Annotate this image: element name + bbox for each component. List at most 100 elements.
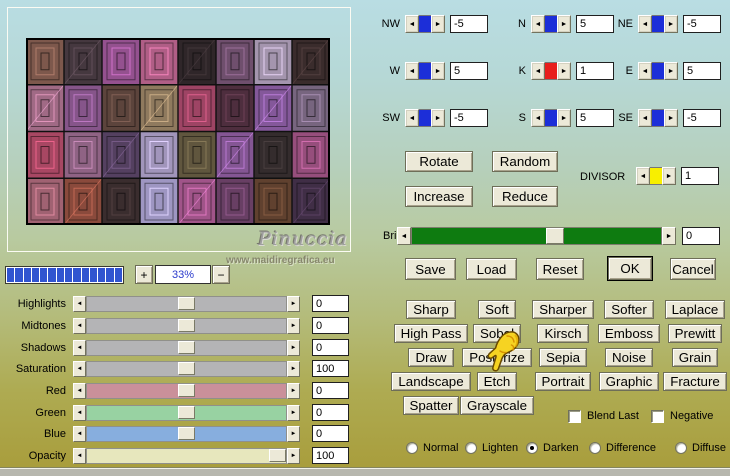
- filter-button-grayscale[interactable]: Grayscale: [460, 396, 534, 415]
- filter-button-noise[interactable]: Noise: [605, 348, 653, 367]
- spinner-indicator[interactable]: [652, 62, 664, 80]
- spinner-indicator[interactable]: [545, 62, 557, 80]
- filter-button-softer[interactable]: Softer: [604, 300, 654, 319]
- spinner-left-arrow[interactable]: ◄: [531, 15, 545, 33]
- zoom-in-button[interactable]: +: [135, 265, 153, 284]
- radio-button[interactable]: [406, 442, 418, 454]
- slider-left-arrow[interactable]: ◄: [73, 318, 86, 334]
- random-button[interactable]: Random: [492, 151, 558, 172]
- reduce-button[interactable]: Reduce: [492, 186, 558, 207]
- brightness-left-arrow[interactable]: ◄: [397, 227, 411, 245]
- adjustment-value-input[interactable]: 100: [312, 360, 349, 377]
- spinner-left-arrow[interactable]: ◄: [531, 62, 545, 80]
- reset-button[interactable]: Reset: [536, 258, 584, 280]
- spinner-left-arrow[interactable]: ◄: [405, 62, 419, 80]
- blend-mode-darken[interactable]: Darken: [526, 441, 578, 454]
- spinner-left-arrow[interactable]: ◄: [636, 167, 650, 185]
- spinner-indicator[interactable]: [419, 15, 431, 33]
- spinner-right-arrow[interactable]: ►: [557, 62, 571, 80]
- adjustment-value-input[interactable]: 0: [312, 295, 349, 312]
- increase-button[interactable]: Increase: [405, 186, 473, 207]
- spinner-right-arrow[interactable]: ►: [664, 15, 678, 33]
- adjustment-track[interactable]: [86, 383, 287, 399]
- filter-button-sharper[interactable]: Sharper: [532, 300, 593, 319]
- filter-button-portrait[interactable]: Portrait: [535, 372, 592, 391]
- spinner-right-arrow[interactable]: ►: [662, 167, 676, 185]
- filter-button-high-pass[interactable]: High Pass: [394, 324, 469, 343]
- radio-button[interactable]: [465, 442, 477, 454]
- rotate-button[interactable]: Rotate: [405, 151, 473, 172]
- spinner-right-arrow[interactable]: ►: [431, 62, 445, 80]
- checkbox-negative[interactable]: Negative: [651, 409, 713, 423]
- radio-button[interactable]: [675, 442, 687, 454]
- adjustment-thumb[interactable]: [178, 406, 195, 419]
- adjustment-thumb[interactable]: [178, 384, 195, 397]
- slider-left-arrow[interactable]: ◄: [73, 340, 86, 356]
- adjustment-value-input[interactable]: 0: [312, 404, 349, 421]
- spinner-indicator[interactable]: [545, 109, 557, 127]
- adjustment-track[interactable]: [86, 426, 287, 442]
- kernel-value-input[interactable]: 5: [683, 62, 721, 80]
- filter-button-prewitt[interactable]: Prewitt: [668, 324, 723, 343]
- adjustment-thumb[interactable]: [178, 427, 195, 440]
- ok-button[interactable]: OK: [608, 257, 652, 280]
- blend-mode-normal[interactable]: Normal: [406, 441, 458, 454]
- adjustment-value-input[interactable]: 100: [312, 447, 349, 464]
- spinner-indicator[interactable]: [419, 62, 431, 80]
- slider-right-arrow[interactable]: ►: [287, 340, 300, 356]
- adjustment-track[interactable]: [86, 361, 287, 377]
- slider-left-arrow[interactable]: ◄: [73, 383, 86, 399]
- adjustment-track[interactable]: [86, 340, 287, 356]
- slider-left-arrow[interactable]: ◄: [73, 426, 86, 442]
- filter-button-draw[interactable]: Draw: [408, 348, 453, 367]
- filter-button-grain[interactable]: Grain: [672, 348, 719, 367]
- slider-left-arrow[interactable]: ◄: [73, 361, 86, 377]
- slider-right-arrow[interactable]: ►: [287, 361, 300, 377]
- spinner-left-arrow[interactable]: ◄: [638, 62, 652, 80]
- radio-button[interactable]: [526, 442, 538, 454]
- spinner-right-arrow[interactable]: ►: [431, 109, 445, 127]
- kernel-value-input[interactable]: -5: [683, 15, 721, 33]
- brightness-thumb[interactable]: [546, 228, 564, 244]
- spinner-right-arrow[interactable]: ►: [431, 15, 445, 33]
- kernel-value-input[interactable]: 5: [450, 62, 488, 80]
- blend-mode-lighten[interactable]: Lighten: [465, 441, 518, 454]
- slider-left-arrow[interactable]: ◄: [73, 296, 86, 312]
- adjustment-track[interactable]: [86, 296, 287, 312]
- adjustment-thumb[interactable]: [178, 319, 195, 332]
- adjustment-thumb[interactable]: [178, 297, 195, 310]
- adjustment-value-input[interactable]: 0: [312, 425, 349, 442]
- slider-right-arrow[interactable]: ►: [287, 426, 300, 442]
- slider-right-arrow[interactable]: ►: [287, 405, 300, 421]
- spinner-right-arrow[interactable]: ►: [557, 109, 571, 127]
- preview-image[interactable]: [26, 38, 330, 225]
- spinner-left-arrow[interactable]: ◄: [405, 109, 419, 127]
- spinner-indicator[interactable]: [652, 15, 664, 33]
- brightness-value-input[interactable]: 0: [682, 227, 720, 245]
- filter-button-spatter[interactable]: Spatter: [403, 396, 460, 415]
- filter-button-laplace[interactable]: Laplace: [665, 300, 726, 319]
- slider-left-arrow[interactable]: ◄: [73, 405, 86, 421]
- spinner-left-arrow[interactable]: ◄: [638, 15, 652, 33]
- zoom-out-button[interactable]: −: [212, 265, 230, 284]
- adjustment-thumb[interactable]: [178, 362, 195, 375]
- spinner-indicator[interactable]: [650, 167, 662, 185]
- radio-button[interactable]: [589, 442, 601, 454]
- filter-button-graphic[interactable]: Graphic: [599, 372, 660, 391]
- spinner-left-arrow[interactable]: ◄: [531, 109, 545, 127]
- slider-right-arrow[interactable]: ►: [287, 318, 300, 334]
- blend-mode-difference[interactable]: Difference: [589, 441, 656, 454]
- checkbox-blend-last[interactable]: Blend Last: [568, 409, 639, 423]
- adjustment-thumb[interactable]: [178, 341, 195, 354]
- blend-mode-diffuse[interactable]: Diffuse: [675, 441, 726, 454]
- adjustment-value-input[interactable]: 0: [312, 317, 349, 334]
- filter-button-kirsch[interactable]: Kirsch: [537, 324, 588, 343]
- spinner-indicator[interactable]: [419, 109, 431, 127]
- slider-right-arrow[interactable]: ►: [287, 383, 300, 399]
- divisor-value-input[interactable]: 1: [681, 167, 719, 185]
- adjustment-track[interactable]: [86, 448, 287, 464]
- spinner-left-arrow[interactable]: ◄: [638, 109, 652, 127]
- cancel-button[interactable]: Cancel: [670, 258, 716, 280]
- filter-button-emboss[interactable]: Emboss: [598, 324, 660, 343]
- spinner-right-arrow[interactable]: ►: [664, 62, 678, 80]
